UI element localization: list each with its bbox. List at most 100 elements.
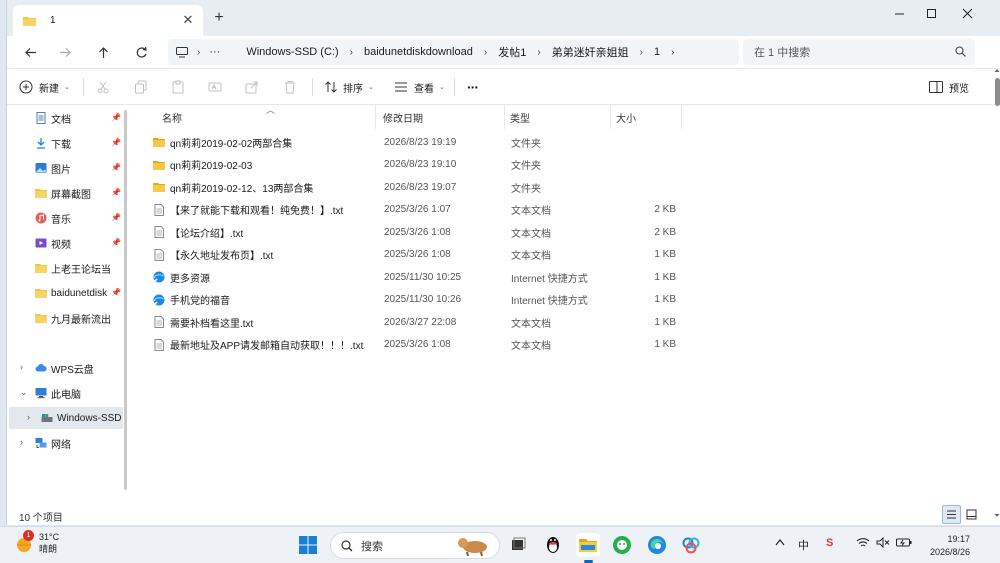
sidebar-scrollbar[interactable] — [124, 110, 127, 490]
windows-start-icon — [299, 536, 317, 554]
cut-button[interactable] — [96, 77, 110, 97]
new-tab-button[interactable]: + — [211, 10, 227, 26]
breadcrumb-current[interactable]: 1 — [654, 46, 660, 58]
column-header-name[interactable]: 名称 — [158, 105, 376, 129]
chevron-right-icon: › — [671, 46, 675, 58]
battery-button[interactable] — [896, 537, 912, 551]
file-size: 1 KB — [654, 271, 676, 283]
sidebar-item-windows-ssd[interactable]: › Windows-SSD — [9, 407, 123, 429]
sidebar-item-this-pc[interactable]: ⌄ 此电脑 — [9, 382, 125, 404]
breadcrumb-folder-post[interactable]: 发帖1 — [498, 44, 526, 60]
file-type: 文件夹 — [511, 161, 541, 172]
tab-current-folder[interactable]: 1 ✕ — [13, 5, 203, 36]
paste-button[interactable] — [171, 77, 185, 97]
address-ellipsis[interactable]: ··· — [209, 46, 220, 58]
preview-label: 预览 — [949, 83, 969, 95]
chevron-right-icon: › — [639, 46, 644, 58]
pin-icon: 📌 — [111, 113, 121, 122]
file-row[interactable]: 【论坛介绍】.txt 2025/3/26 1:08 文本文档 2 KB — [148, 221, 688, 243]
chevron-right-icon[interactable]: › — [27, 412, 30, 422]
wifi-button[interactable] — [856, 537, 870, 551]
rename-button[interactable] — [208, 77, 222, 97]
sidebar-item-label: 音乐 — [51, 214, 71, 226]
file-row[interactable]: 手机党的福音 2025/11/30 10:26 Internet 快捷方式 1 KB — [148, 289, 688, 311]
address-bar[interactable]: › ··· Windows-SSD (C:) › baidunetdiskdow… — [168, 39, 739, 65]
monitor-icon — [176, 46, 188, 57]
file-row[interactable]: qn莉莉2019-02-02两部合集 2026/8/23 19:19 文件夹 — [148, 131, 688, 153]
share-button[interactable] — [245, 77, 259, 97]
scroll-up-icon[interactable] — [993, 66, 1000, 74]
file-size: 1 KB — [654, 316, 676, 328]
view-button[interactable]: 查看 ⌄ — [394, 77, 445, 97]
refresh-button[interactable] — [130, 41, 152, 63]
up-button[interactable] — [92, 41, 114, 63]
sidebar-item-pictures[interactable]: 图片 📌 — [9, 157, 125, 179]
close-window-button[interactable] — [949, 2, 985, 24]
scrollbar-thumb[interactable] — [995, 78, 1000, 106]
file-row[interactable]: 【来了就能下载和观看！纯免费！】.txt 2025/3/26 1:07 文本文档 2 … — [148, 199, 688, 221]
sort-icon — [325, 81, 337, 93]
sogou-ime-icon[interactable]: S — [826, 537, 833, 549]
sidebar-item-wps-cloud[interactable]: › WPS云盘 — [9, 357, 125, 379]
system-clock[interactable]: 19:17 2026/8/26 — [920, 533, 970, 559]
delete-button[interactable] — [283, 77, 297, 97]
main-scrollbar[interactable] — [993, 66, 1000, 524]
scissors-icon — [97, 81, 109, 94]
file-explorer-window: 1 ✕ + › ··· Windows-SSD (C:) › baidunetd… — [6, 0, 1000, 525]
file-row[interactable]: 需要补档看这里.txt 2026/3/27 22:08 文本文档 1 KB — [148, 311, 688, 333]
copy-button[interactable] — [134, 77, 148, 97]
edge-browser-button[interactable] — [645, 533, 669, 557]
qq-app-button[interactable] — [541, 533, 565, 557]
tiles-view-button[interactable] — [962, 505, 981, 524]
file-row[interactable]: 【永久地址发布页】.txt 2025/3/26 1:08 文本文档 1 KB — [148, 244, 688, 266]
file-row[interactable]: qn莉莉2019-02-03 2026/8/23 19:10 文件夹 — [148, 154, 688, 176]
breadcrumb-baidunetdisk[interactable]: baidunetdiskdownload — [364, 46, 473, 58]
sidebar-item-screenshots[interactable]: 屏幕截图 📌 — [9, 182, 125, 204]
start-button[interactable] — [296, 533, 320, 557]
file-row[interactable]: 更多资源 2025/11/30 10:25 Internet 快捷方式 1 KB — [148, 266, 688, 288]
wifi-icon — [856, 538, 870, 547]
volume-button[interactable] — [876, 536, 890, 551]
sidebar-item-documents[interactable]: 文档 📌 — [9, 107, 125, 129]
show-hidden-icons-button[interactable] — [775, 537, 785, 549]
task-view-button[interactable] — [506, 533, 530, 557]
details-view-button[interactable] — [942, 505, 961, 524]
breadcrumb-folder-sub[interactable]: 弟弟迷奸亲姐姐 — [552, 44, 629, 60]
maximize-button[interactable] — [913, 2, 949, 24]
sort-button[interactable]: 排序 ⌄ — [324, 77, 374, 97]
column-header-size[interactable]: 大小 — [612, 105, 682, 129]
wechat-app-button[interactable] — [610, 533, 634, 557]
more-options-button[interactable]: ··· — [467, 77, 479, 97]
sidebar-item-label: baidunetdisk — [51, 287, 108, 299]
tab-close-button[interactable]: ✕ — [181, 13, 195, 27]
column-header-date[interactable]: 修改日期 — [379, 105, 505, 129]
scroll-down-icon[interactable] — [993, 512, 1000, 520]
file-modified-date: 2026/3/27 22:08 — [384, 316, 457, 328]
sidebar-item-music[interactable]: 音乐 📌 — [9, 207, 125, 229]
sidebar-item-baidunetdisk[interactable]: baidunetdisk 📌 — [9, 282, 125, 304]
file-row[interactable]: qn莉莉2019-02-12、13两部合集 2026/8/23 19:07 文件夹 — [148, 176, 688, 198]
minimize-button[interactable] — [881, 2, 917, 24]
file-row[interactable]: 最新地址及APP请发邮箱自动获取！！！.txt 2025/3/26 1:08 文本文… — [148, 334, 688, 356]
sidebar-item-downloads[interactable]: 下载 📌 — [9, 132, 125, 154]
sidebar-item-folder-laowang[interactable]: 上老王论坛当 — [9, 257, 125, 279]
search-input[interactable]: 在 1 中搜索 — [743, 39, 975, 65]
chevron-right-icon[interactable]: › — [20, 362, 23, 372]
preview-pane-button[interactable]: 预览 — [929, 77, 969, 97]
forward-button[interactable] — [54, 41, 76, 63]
chevron-right-icon: › — [349, 46, 353, 58]
file-explorer-app-button[interactable] — [576, 533, 600, 563]
sidebar-item-folder-september[interactable]: 九月最新流出 — [9, 307, 125, 329]
chevron-right-icon[interactable]: › — [20, 437, 23, 447]
sidebar-item-network[interactable]: › 网络 — [9, 432, 125, 454]
breadcrumb-drive[interactable]: Windows-SSD (C:) — [246, 46, 338, 58]
baidu-netdisk-app-button[interactable] — [679, 533, 703, 557]
new-button[interactable]: 新建 ⌄ — [19, 77, 70, 97]
sidebar-item-videos[interactable]: 视频 📌 — [9, 232, 125, 254]
column-header-type[interactable]: 类型 — [506, 105, 611, 129]
weather-widget[interactable]: 1 31°C 晴朗 — [14, 530, 59, 555]
back-button[interactable] — [19, 41, 41, 63]
ime-indicator[interactable]: 中 — [798, 537, 809, 553]
taskbar-search[interactable]: 搜索 — [330, 532, 500, 559]
chevron-down-icon[interactable]: ⌄ — [20, 387, 28, 398]
